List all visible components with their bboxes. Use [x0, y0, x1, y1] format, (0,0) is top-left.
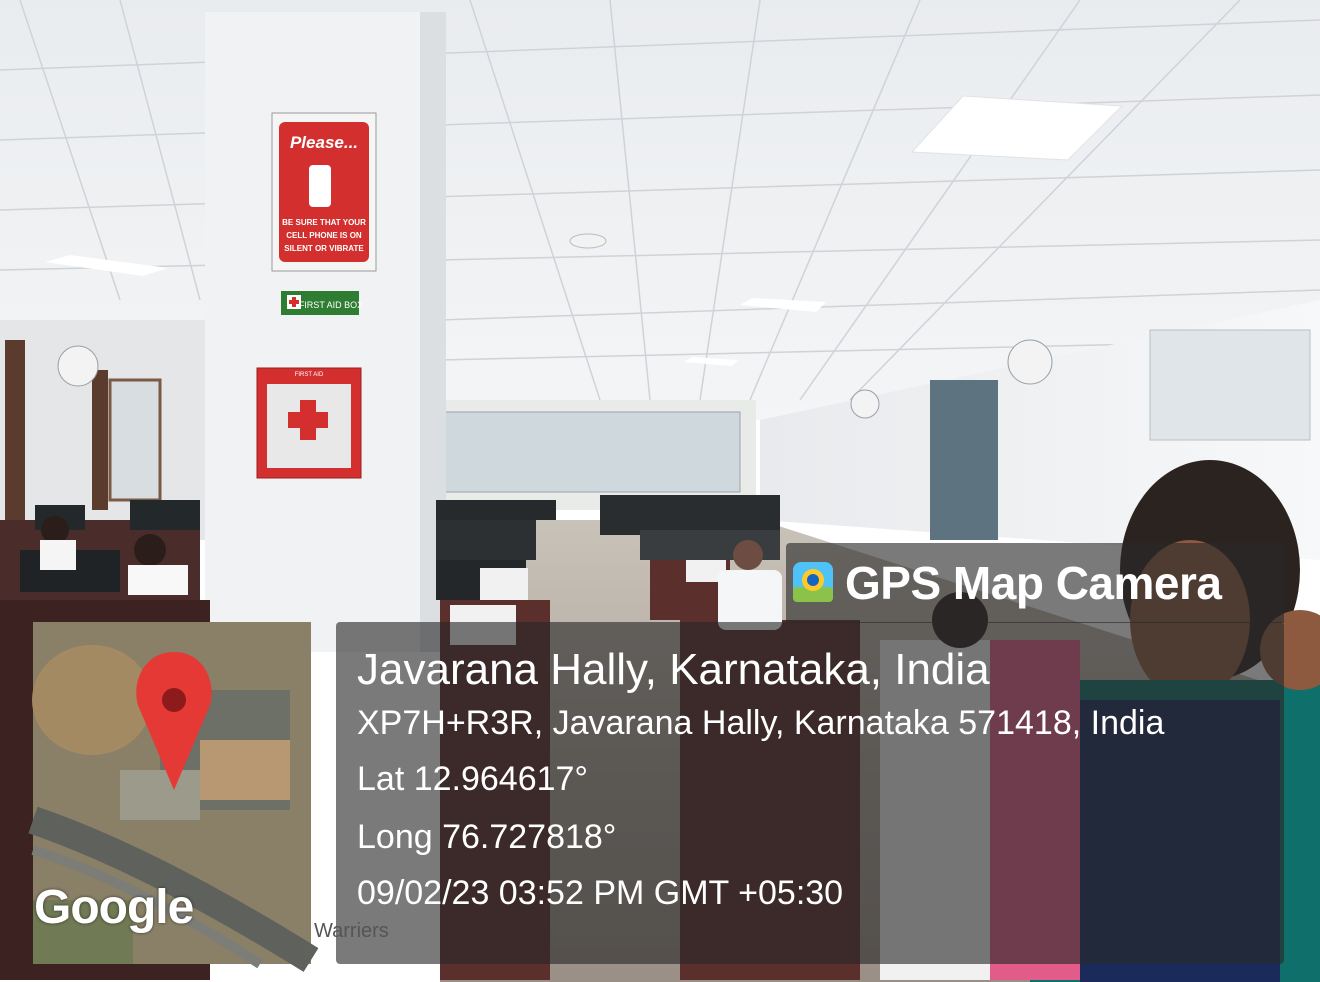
sign-line: BE SURE THAT YOUR	[282, 218, 366, 227]
first-aid-text: FIRST AID BOX	[299, 300, 363, 310]
first-aid-label: FIRST AID BOX	[281, 291, 363, 315]
first-aid-box: FIRST AID	[256, 367, 362, 479]
pillar	[205, 12, 445, 652]
latitude: Lat 12.964617°	[357, 760, 589, 798]
phone-silent-sign: Please... BE SURE THAT YOUR CELL PHONE I…	[271, 112, 377, 272]
left-window	[108, 378, 162, 502]
location-title: Javarana Hally, Karnataka, India	[357, 645, 990, 694]
right-window	[1149, 329, 1311, 441]
desk-label: Warriers	[314, 920, 389, 942]
box-label: FIRST AID	[295, 372, 324, 378]
google-watermark: Google	[34, 881, 194, 934]
address-line: XP7H+R3R, Javarana Hally, Karnataka 5714…	[357, 704, 1165, 742]
shutter	[930, 380, 998, 540]
datetime: 09/02/23 03:52 PM GMT +05:30	[357, 874, 844, 912]
sign-line: SILENT OR VIBRATE	[284, 244, 364, 253]
smoke-detector	[569, 233, 607, 249]
sign-heading: Please...	[290, 133, 358, 152]
curtain	[92, 370, 108, 510]
longitude: Long 76.727818°	[357, 818, 617, 856]
app-name: GPS Map Camera	[845, 557, 1222, 609]
curtain	[5, 340, 25, 520]
back-window	[439, 411, 741, 493]
gps-camera-app-icon	[793, 562, 833, 602]
photo-stage: Please... BE SURE THAT YOUR CELL PHONE I…	[0, 0, 1320, 982]
sign-line: CELL PHONE IS ON	[286, 231, 362, 240]
